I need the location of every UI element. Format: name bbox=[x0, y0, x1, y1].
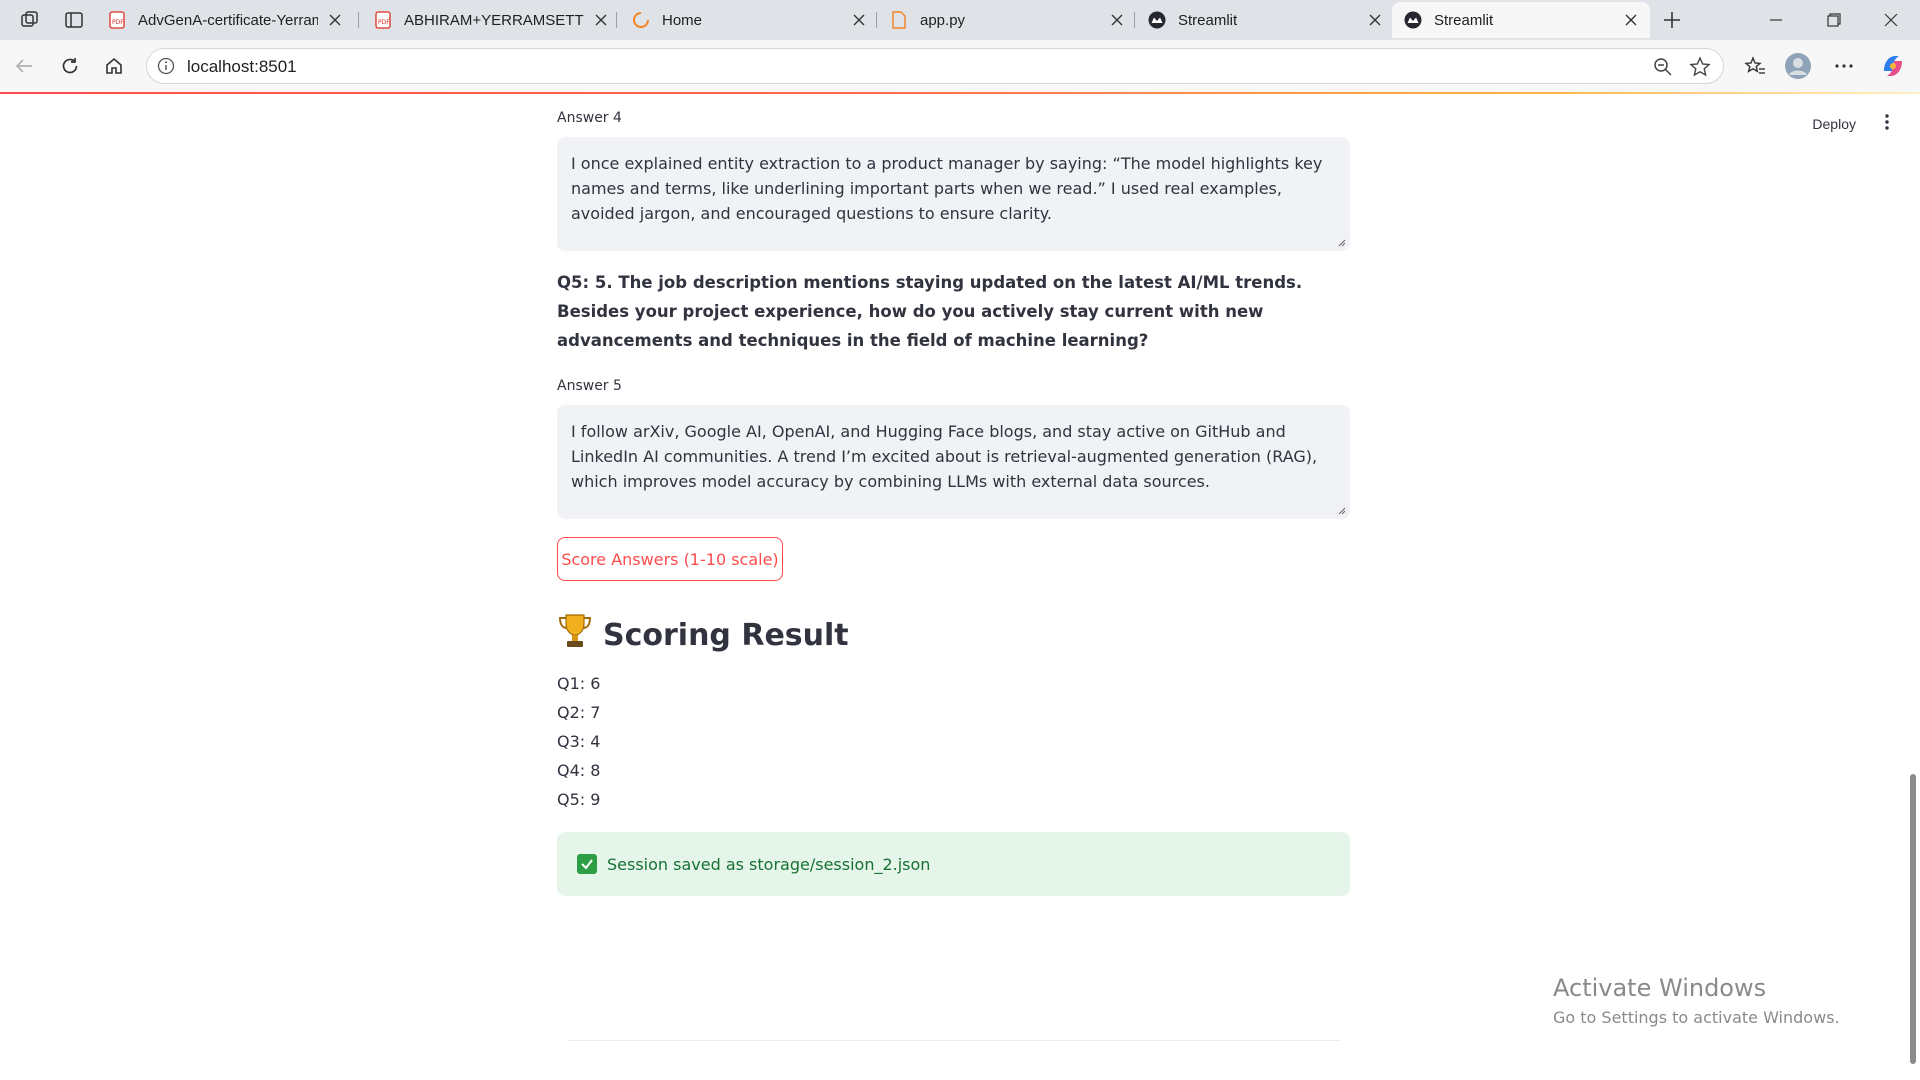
zoom-icon[interactable] bbox=[1653, 57, 1673, 82]
check-icon bbox=[577, 854, 597, 874]
favorites-icon[interactable] bbox=[1741, 52, 1769, 80]
pdf-icon: PDF bbox=[108, 11, 126, 29]
app-header-actions: Deploy bbox=[1802, 112, 1890, 136]
close-tab-icon[interactable] bbox=[592, 11, 610, 29]
tab-separator bbox=[876, 12, 877, 28]
tab-title: Streamlit bbox=[1434, 11, 1494, 29]
main-menu-icon[interactable] bbox=[1884, 113, 1890, 136]
answer-5-label: Answer 5 bbox=[557, 378, 622, 394]
svg-text:PDF: PDF bbox=[378, 19, 390, 26]
session-saved-alert: Session saved as storage/session_2.json bbox=[557, 832, 1350, 896]
streamlit-icon bbox=[1404, 11, 1422, 29]
close-tab-icon[interactable] bbox=[1622, 11, 1640, 29]
svg-text:PDF: PDF bbox=[112, 19, 124, 26]
answer-4-text: I once explained entity extraction to a … bbox=[571, 154, 1323, 223]
favorite-star-icon[interactable] bbox=[1689, 56, 1711, 83]
score-answers-button[interactable]: Score Answers (1-10 scale) bbox=[557, 537, 783, 581]
score-line-q2: Q2: 7 bbox=[557, 703, 601, 722]
tab-2[interactable]: Home bbox=[620, 2, 878, 38]
new-tab-icon[interactable] bbox=[1658, 6, 1686, 34]
close-tab-icon[interactable] bbox=[850, 11, 868, 29]
windows-activation-watermark: Activate Windows Go to Settings to activ… bbox=[1553, 974, 1840, 1027]
site-info-icon[interactable] bbox=[157, 57, 175, 80]
streamlit-page: Deploy Answer 4 I once explained entity … bbox=[0, 94, 1920, 1080]
pdf-icon: PDF bbox=[374, 11, 392, 29]
minimize-icon[interactable] bbox=[1762, 6, 1790, 34]
scrollbar-thumb[interactable] bbox=[1910, 774, 1916, 1064]
tab-5-active[interactable]: Streamlit bbox=[1392, 2, 1650, 38]
streamlit-icon bbox=[1148, 11, 1166, 29]
workspaces-icon[interactable] bbox=[16, 6, 44, 34]
answer-4-textarea[interactable]: I once explained entity extraction to a … bbox=[557, 137, 1350, 251]
score-line-q4: Q4: 8 bbox=[557, 761, 601, 780]
address-bar[interactable]: localhost:8501 bbox=[146, 48, 1724, 84]
loading-icon bbox=[632, 11, 650, 29]
copilot-icon[interactable] bbox=[1879, 52, 1907, 80]
score-line-q1: Q1: 6 bbox=[557, 674, 601, 693]
resize-handle-icon[interactable] bbox=[1336, 505, 1346, 515]
url-text: localhost:8501 bbox=[187, 57, 297, 76]
tab-0[interactable]: PDF AdvGenA-certificate-Yerram bbox=[96, 2, 354, 38]
bottom-divider bbox=[567, 1040, 1340, 1041]
scoring-result-title: Scoring Result bbox=[603, 617, 849, 653]
close-tab-icon[interactable] bbox=[1108, 11, 1126, 29]
page-scrollbar[interactable] bbox=[1910, 94, 1916, 1080]
close-tab-icon[interactable] bbox=[326, 11, 344, 29]
watermark-title: Activate Windows bbox=[1553, 974, 1767, 1002]
scoring-result-heading: Scoring Result bbox=[557, 612, 849, 658]
tab-4[interactable]: Streamlit bbox=[1136, 2, 1394, 38]
session-saved-text: Session saved as storage/session_2.json bbox=[607, 854, 931, 874]
tab-title: ABHIRAM+YERRAMSETTI_r bbox=[404, 11, 584, 29]
tab-separator bbox=[358, 12, 359, 28]
tab-title: AdvGenA-certificate-Yerram bbox=[138, 11, 318, 29]
profile-avatar[interactable] bbox=[1784, 52, 1812, 80]
tab-title: Streamlit bbox=[1178, 11, 1238, 29]
file-icon bbox=[890, 11, 908, 29]
close-window-icon[interactable] bbox=[1877, 6, 1905, 34]
more-options-icon[interactable] bbox=[1830, 52, 1858, 80]
score-line-q5: Q5: 9 bbox=[557, 790, 601, 809]
watermark-subtitle: Go to Settings to activate Windows. bbox=[1553, 1008, 1840, 1027]
trophy-icon bbox=[557, 612, 593, 658]
restore-icon[interactable] bbox=[1820, 6, 1848, 34]
answer-4-label: Answer 4 bbox=[557, 110, 622, 126]
vertical-tabs-icon[interactable] bbox=[60, 6, 88, 34]
tab-title: Home bbox=[662, 11, 703, 29]
tab-3[interactable]: app.py bbox=[878, 2, 1136, 38]
tab-title: app.py bbox=[920, 11, 966, 29]
reload-icon[interactable] bbox=[56, 52, 84, 80]
tab-1[interactable]: PDF ABHIRAM+YERRAMSETTI_r bbox=[362, 2, 620, 38]
score-line-q3: Q3: 4 bbox=[557, 732, 601, 751]
answer-5-text: I follow arXiv, Google AI, OpenAI, and H… bbox=[571, 422, 1318, 491]
browser-toolbar: localhost:8501 bbox=[0, 40, 1920, 92]
back-icon[interactable] bbox=[10, 52, 38, 80]
resize-handle-icon[interactable] bbox=[1336, 237, 1346, 247]
home-icon[interactable] bbox=[100, 52, 128, 80]
tab-strip: PDF AdvGenA-certificate-Yerram PDF ABHIR… bbox=[0, 0, 1920, 40]
question-5-text: Q5: 5. The job description mentions stay… bbox=[557, 273, 1303, 350]
close-tab-icon[interactable] bbox=[1366, 11, 1384, 29]
tab-separator bbox=[616, 12, 617, 28]
deploy-button[interactable]: Deploy bbox=[1802, 112, 1866, 136]
tab-separator bbox=[1134, 12, 1135, 28]
answer-5-textarea[interactable]: I follow arXiv, Google AI, OpenAI, and H… bbox=[557, 405, 1350, 519]
